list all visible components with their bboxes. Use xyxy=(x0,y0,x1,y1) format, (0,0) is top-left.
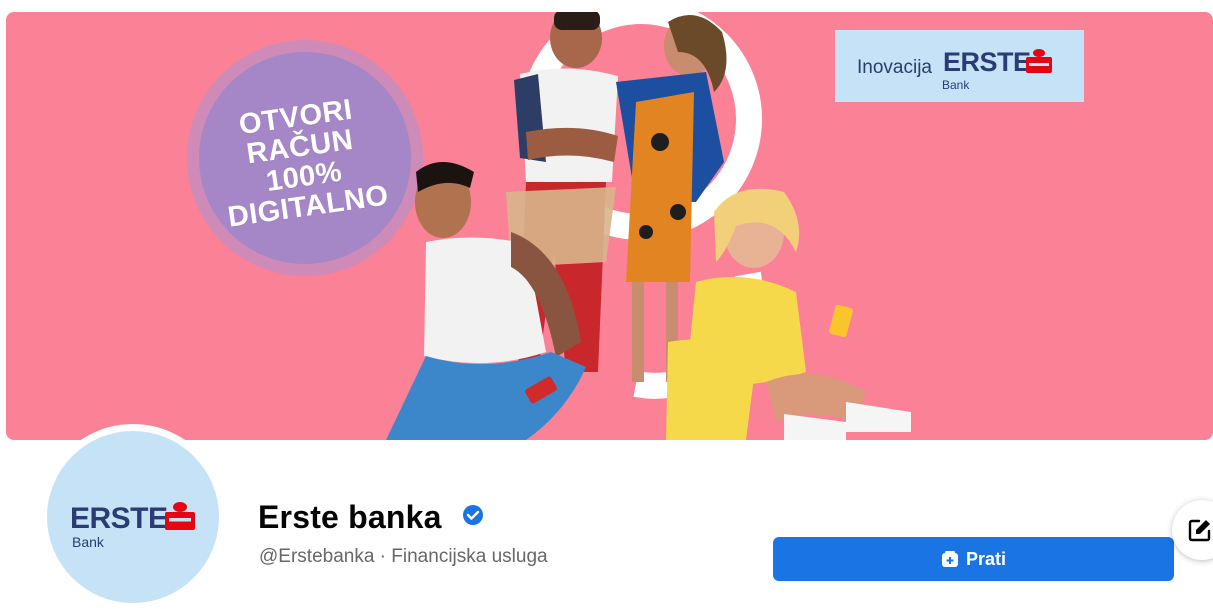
avatar-logo-badge: ERSTE Bank xyxy=(47,431,219,603)
follow-icon xyxy=(941,551,958,567)
follow-button-label: Prati xyxy=(965,548,1007,569)
edit-icon xyxy=(1188,519,1211,542)
erste-s-logo-icon xyxy=(1026,49,1052,73)
follow-button[interactable]: Prati xyxy=(773,537,1174,581)
innovation-badge: Inovacija ERSTE Bank xyxy=(835,30,1084,102)
avatar-subtitle: Bank xyxy=(72,534,104,550)
brand-wordmark: ERSTE xyxy=(943,47,1031,77)
innovation-label: Inovacija xyxy=(857,57,932,78)
page-handle-category: @Erstebanka · Financijska usluga xyxy=(259,546,548,567)
brand-subtitle: Bank xyxy=(942,78,970,92)
compose-button[interactable] xyxy=(1172,500,1213,560)
profile-avatar[interactable]: ERSTE Bank xyxy=(40,424,226,610)
page-title: Erste banka xyxy=(258,499,442,535)
cover-photo[interactable]: OTVORI RAČUN 100% DIGITALNO Inovacija ER… xyxy=(6,12,1213,440)
erste-s-logo-icon xyxy=(165,502,195,530)
verified-badge-icon xyxy=(463,505,483,525)
avatar-brand: ERSTE xyxy=(70,502,168,535)
